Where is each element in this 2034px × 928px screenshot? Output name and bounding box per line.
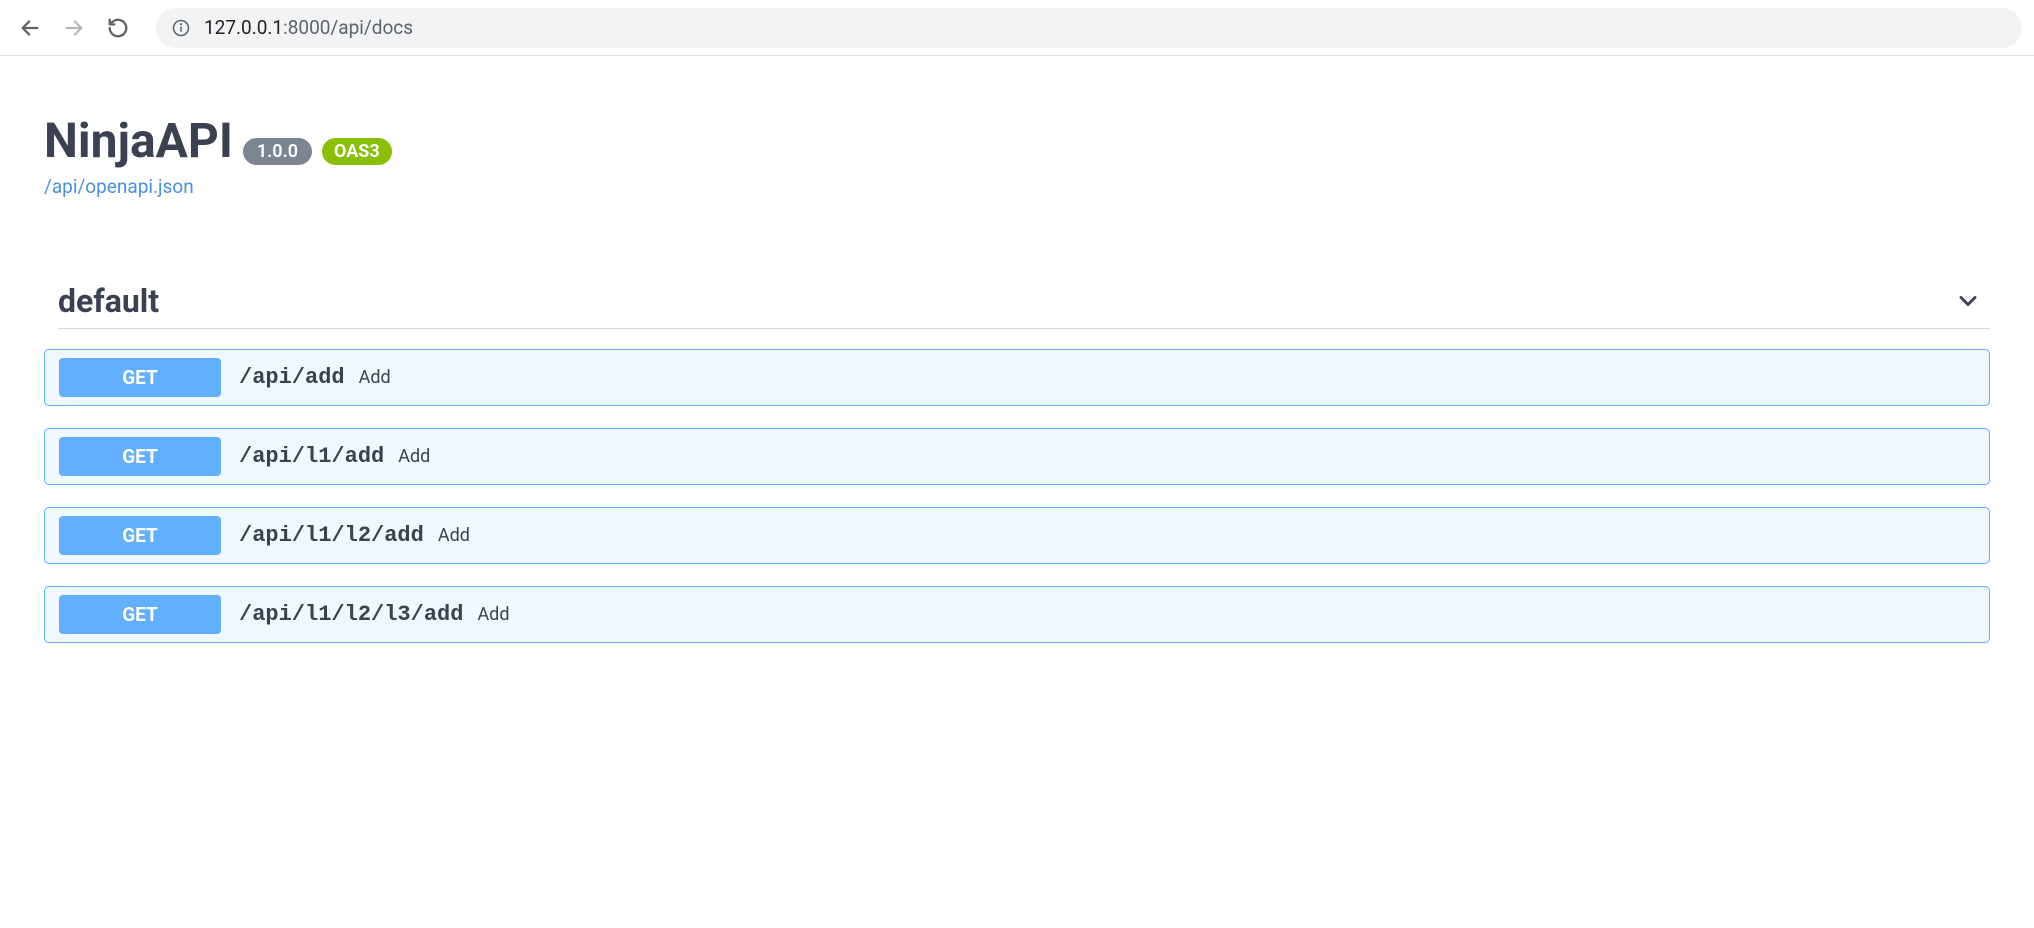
api-header: NinjaAPI 1.0.0 OAS3 bbox=[44, 112, 1990, 169]
tag-name: default bbox=[58, 282, 159, 320]
forward-button[interactable] bbox=[56, 10, 92, 46]
operation-row[interactable]: GET /api/l1/l2/l3/add Add bbox=[44, 586, 1990, 643]
chevron-down-icon bbox=[1954, 287, 1982, 315]
tag-header[interactable]: default bbox=[58, 282, 1990, 329]
method-badge: GET bbox=[59, 437, 221, 476]
swagger-ui: NinjaAPI 1.0.0 OAS3 /api/openapi.json de… bbox=[0, 56, 2034, 721]
url-text: 127.0.0.1:8000/api/docs bbox=[204, 16, 413, 39]
reload-button[interactable] bbox=[100, 10, 136, 46]
version-badge: 1.0.0 bbox=[243, 138, 312, 165]
openapi-link[interactable]: /api/openapi.json bbox=[44, 175, 194, 198]
operation-path: /api/l1/add bbox=[239, 444, 384, 469]
operation-row[interactable]: GET /api/l1/add Add bbox=[44, 428, 1990, 485]
back-button[interactable] bbox=[12, 10, 48, 46]
operation-summary: Add bbox=[359, 367, 391, 388]
operation-path: /api/l1/l2/add bbox=[239, 523, 424, 548]
operation-summary: Add bbox=[398, 446, 430, 467]
method-badge: GET bbox=[59, 595, 221, 634]
operation-row[interactable]: GET /api/l1/l2/add Add bbox=[44, 507, 1990, 564]
arrow-right-icon bbox=[63, 17, 85, 39]
method-badge: GET bbox=[59, 516, 221, 555]
api-title: NinjaAPI bbox=[44, 112, 233, 169]
address-bar[interactable]: 127.0.0.1:8000/api/docs bbox=[156, 8, 2022, 48]
oas-badge: OAS3 bbox=[322, 138, 392, 165]
info-icon bbox=[172, 19, 190, 37]
arrow-left-icon bbox=[19, 17, 41, 39]
operations-list: GET /api/add Add GET /api/l1/add Add GET… bbox=[44, 349, 1990, 643]
operation-path: /api/add bbox=[239, 365, 345, 390]
operation-summary: Add bbox=[477, 604, 509, 625]
reload-icon bbox=[107, 17, 129, 39]
operation-row[interactable]: GET /api/add Add bbox=[44, 349, 1990, 406]
operation-path: /api/l1/l2/l3/add bbox=[239, 602, 463, 627]
tag-section: default GET /api/add Add GET /api/l1/add… bbox=[44, 282, 1990, 643]
method-badge: GET bbox=[59, 358, 221, 397]
operation-summary: Add bbox=[438, 525, 470, 546]
browser-toolbar: 127.0.0.1:8000/api/docs bbox=[0, 0, 2034, 56]
